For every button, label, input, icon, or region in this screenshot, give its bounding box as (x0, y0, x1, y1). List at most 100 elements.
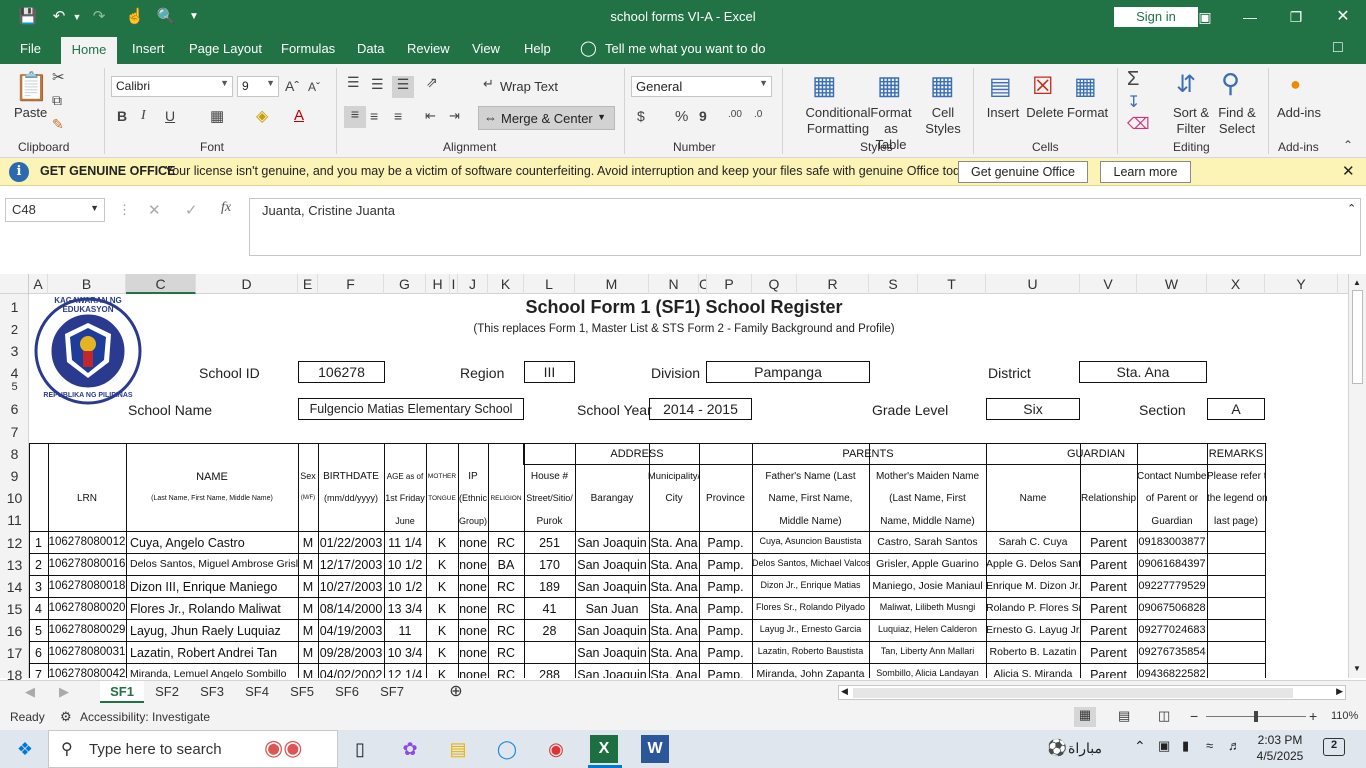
tab-help[interactable]: Help (524, 41, 551, 56)
scroll-right-icon[interactable]: ▶ (1336, 686, 1343, 697)
cell-rel[interactable]: RC (488, 624, 524, 638)
underline-icon[interactable]: U (165, 108, 175, 124)
zoom-thumb[interactable] (1254, 711, 1258, 722)
column-header[interactable]: C (126, 274, 196, 294)
row-header[interactable]: 3 (0, 343, 29, 359)
cut-icon[interactable]: ✂ (52, 68, 65, 86)
cell-house[interactable]: 41 (524, 602, 575, 616)
font-color-icon[interactable]: A (294, 107, 304, 124)
cell-city[interactable]: Sta. Ana (649, 536, 699, 550)
wrap-text-button[interactable]: Wrap Text (500, 79, 558, 94)
cell-mother[interactable]: Grisler, Apple Guarino (869, 558, 986, 570)
tab-insert[interactable]: Insert (132, 41, 165, 56)
find-select-icon[interactable]: ⚲ (1221, 68, 1240, 99)
sort-filter-button[interactable]: Sort & Filter (1168, 105, 1214, 137)
cell-guardian[interactable]: Sarah C. Cuya (986, 536, 1080, 548)
currency-icon[interactable]: $ (637, 108, 645, 124)
cell-bday[interactable]: 04/19/2003 (318, 624, 384, 638)
windows-start-icon[interactable]: ❖ (10, 735, 40, 763)
cell-no[interactable]: 4 (29, 602, 48, 616)
cell-ip[interactable]: none (458, 624, 488, 638)
align-middle-icon[interactable]: ☰ (371, 76, 384, 93)
cell-contact[interactable]: 09067506828 (1137, 602, 1207, 614)
restore-icon[interactable]: ❐ (1284, 6, 1308, 28)
cell-mt[interactable]: K (426, 602, 458, 616)
orientation-icon[interactable]: ⇗ (426, 74, 438, 91)
cell-sex[interactable]: M (298, 602, 318, 616)
cell-sex[interactable]: M (298, 580, 318, 594)
next-sheet-icon[interactable]: ▶ (57, 681, 71, 703)
cell-no[interactable]: 2 (29, 558, 48, 572)
normal-view-icon[interactable]: ▦ (1074, 707, 1096, 727)
comments-icon[interactable]: □ (1333, 39, 1343, 57)
cell-name[interactable]: Flores Jr., Rolando Maliwat (126, 602, 298, 616)
row-header[interactable]: 17 (0, 645, 29, 661)
cell-relation[interactable]: Parent (1080, 602, 1137, 616)
cell-rel[interactable]: RC (488, 668, 524, 678)
column-header[interactable]: P (707, 274, 752, 294)
cell-guardian[interactable]: Apple G. Delos Santos (986, 558, 1080, 570)
name-box[interactable]: C48 ▼ (5, 198, 105, 222)
tab-home[interactable]: Home (61, 37, 117, 64)
fill-color-icon[interactable]: ◈ (256, 106, 268, 126)
scroll-down-icon[interactable]: ▼ (1353, 664, 1361, 673)
copilot-icon[interactable]: ✿ (395, 735, 425, 763)
taskbar-search[interactable]: ⚲ Type here to search ◉◉ (48, 730, 338, 768)
column-header[interactable]: G (384, 274, 426, 294)
row-header[interactable]: 13 (0, 557, 29, 573)
cell-no[interactable]: 7 (29, 668, 48, 678)
chrome-icon[interactable]: ◉ (541, 735, 571, 763)
cell-name[interactable]: Cuya, Angelo Castro (126, 536, 298, 550)
cell-mother[interactable]: Luquiaz, Helen Calderon (869, 624, 986, 634)
cell-rel[interactable]: RC (488, 602, 524, 616)
tab-page-layout[interactable]: Page Layout (189, 41, 262, 56)
cell-ip[interactable]: none (458, 602, 488, 616)
format-table-icon[interactable]: ▦ (877, 70, 902, 101)
decrease-font-icon[interactable]: Aˇ (308, 80, 320, 94)
italic-icon[interactable]: I (141, 108, 146, 124)
cell-house[interactable]: 28 (524, 624, 575, 638)
column-header[interactable]: Q (752, 274, 797, 294)
cell-brgy[interactable]: San Joaquin (575, 646, 649, 660)
minimize-icon[interactable]: — (1238, 6, 1262, 28)
cell-no[interactable]: 6 (29, 646, 48, 660)
cell-bday[interactable]: 01/22/2003 (318, 536, 384, 550)
increase-decimal-icon[interactable]: .00 (728, 109, 742, 120)
cell-sex[interactable]: M (298, 624, 318, 638)
cell-prov[interactable]: Pamp. (699, 646, 752, 660)
cell-mt[interactable]: K (426, 646, 458, 660)
cell-relation[interactable]: Parent (1080, 624, 1137, 638)
cell-mother[interactable]: Tan, Liberty Ann Mallari (869, 646, 986, 656)
cell-city[interactable]: Sta. Ana (649, 646, 699, 660)
cell-house[interactable]: 251 (524, 536, 575, 550)
column-header[interactable]: Y (1265, 274, 1338, 294)
insert-function-icon[interactable]: fx (221, 200, 231, 216)
widget-text[interactable]: مباراة (1068, 740, 1102, 757)
cell-rel[interactable]: BA (488, 558, 524, 572)
column-header[interactable]: R (797, 274, 869, 294)
wifi-icon[interactable]: ≈ (1206, 738, 1213, 753)
scroll-thumb[interactable] (853, 688, 1293, 698)
cell-house[interactable]: 170 (524, 558, 575, 572)
cell-mt[interactable]: K (426, 668, 458, 678)
column-header[interactable]: V (1080, 274, 1137, 294)
column-header[interactable]: H (426, 274, 450, 294)
row-header[interactable]: 7 (0, 424, 29, 440)
column-header[interactable]: U (986, 274, 1080, 294)
cell-ip[interactable]: none (458, 558, 488, 572)
cell-brgy[interactable]: San Juan (575, 602, 649, 616)
learn-more-button[interactable]: Learn more (1100, 161, 1191, 183)
format-cells-icon[interactable]: ▦ (1074, 72, 1097, 101)
cell-ip[interactable]: none (458, 580, 488, 594)
close-icon[interactable]: ✕ (1342, 162, 1355, 180)
column-header[interactable]: D (196, 274, 298, 294)
row-header[interactable]: 9 (0, 468, 29, 484)
sheet-tab-sf7[interactable]: SF7 (370, 681, 414, 703)
cell-mt[interactable]: K (426, 624, 458, 638)
tab-formulas[interactable]: Formulas (281, 41, 335, 56)
sheet-tab-sf3[interactable]: SF3 (190, 681, 234, 703)
comma-icon[interactable]: 9 (699, 108, 707, 124)
wrap-text-icon[interactable]: ↵ (483, 76, 494, 92)
cell-age[interactable]: 12 1/4 (384, 668, 426, 678)
cell-brgy[interactable]: San Joaquin (575, 668, 649, 678)
